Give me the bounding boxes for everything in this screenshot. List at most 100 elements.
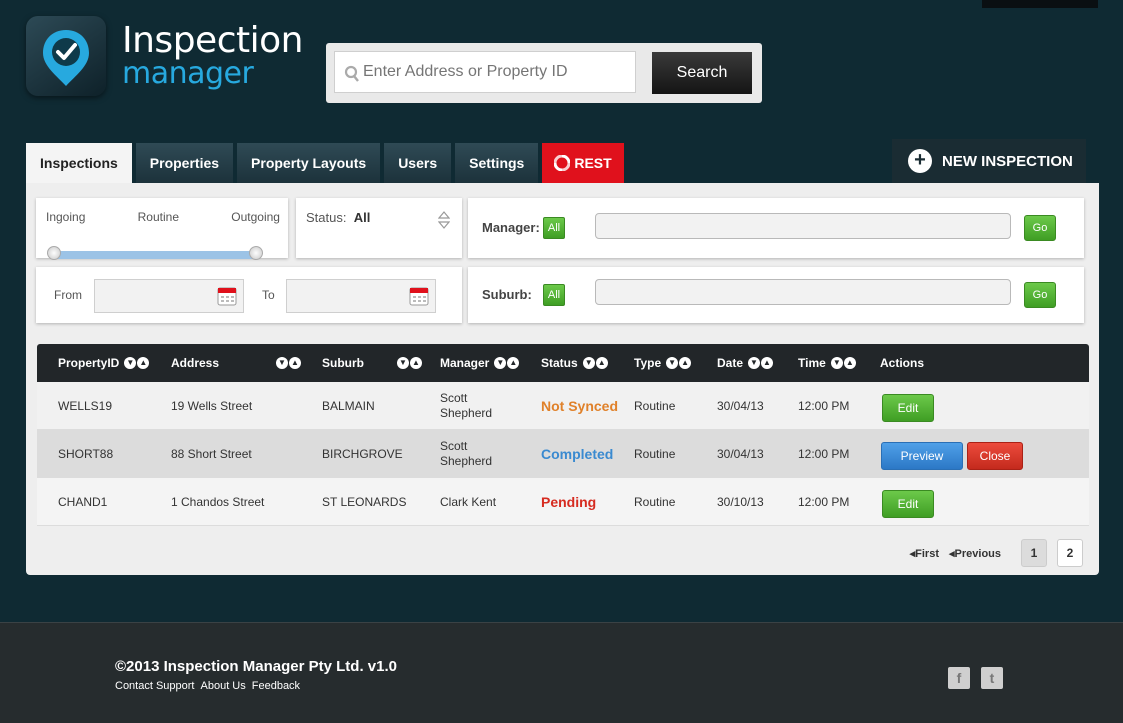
tab-settings[interactable]: Settings bbox=[455, 143, 539, 183]
table-header: PropertyID ▼ ▲ Address ▼ ▲ Suburb ▼ ▲ Manager ▼… bbox=[37, 344, 1089, 382]
tab-properties[interactable]: Properties bbox=[135, 143, 234, 183]
header-type[interactable]: Type ▼ ▲ bbox=[634, 344, 692, 382]
inspections-table: PropertyID ▼ ▲ Address ▼ ▲ Suburb ▼ ▲ Manager ▼… bbox=[37, 344, 1089, 526]
to-date-input[interactable] bbox=[286, 279, 436, 313]
cell-property-id: WELLS19 bbox=[58, 399, 113, 413]
cell-address: 19 Wells Street bbox=[171, 399, 253, 413]
edit-button[interactable]: Edit bbox=[882, 490, 934, 518]
manager-last: Shepherd bbox=[440, 406, 493, 420]
suburb-label: Suburb: bbox=[482, 287, 532, 302]
sort-icon[interactable]: ▼ ▲ bbox=[123, 357, 150, 369]
tab-property-layouts[interactable]: Property Layouts bbox=[237, 143, 381, 183]
cell-time: 12:00 PM bbox=[798, 399, 850, 413]
tab-inspections[interactable]: Inspections bbox=[26, 143, 132, 183]
sort-icon[interactable]: ▼ ▲ bbox=[493, 357, 520, 369]
new-inspection-button[interactable]: + NEW INSPECTION bbox=[892, 139, 1086, 183]
manager-go-button[interactable]: Go bbox=[1024, 215, 1056, 241]
search-button[interactable]: Search bbox=[652, 52, 752, 94]
about-us-link[interactable]: About Us bbox=[201, 680, 246, 692]
table-row[interactable]: CHAND1 1 Chandos Street ST LEONARDS Clar… bbox=[37, 478, 1089, 526]
search-input[interactable] bbox=[335, 52, 635, 92]
close-button[interactable]: Close bbox=[967, 442, 1023, 470]
calendar-icon[interactable] bbox=[409, 286, 429, 306]
pagination: ◂First ◂Previous 1 2 bbox=[910, 539, 1083, 567]
suburb-input[interactable] bbox=[595, 279, 1011, 305]
preview-button[interactable]: Preview bbox=[881, 442, 963, 470]
sort-icon[interactable]: ▼ ▲ bbox=[582, 357, 608, 369]
cell-address: 1 Chandos Street bbox=[171, 495, 265, 509]
suburb-filter: Suburb: All Go bbox=[468, 267, 1084, 323]
status-label: Status: All bbox=[306, 210, 370, 225]
cell-status: Completed bbox=[541, 446, 614, 462]
manager-first: Clark Kent bbox=[440, 494, 497, 509]
cell-status: Not Synced bbox=[541, 398, 619, 414]
manager-first: Scott bbox=[440, 391, 468, 405]
suburb-go-button[interactable]: Go bbox=[1024, 282, 1056, 308]
edit-button[interactable]: Edit bbox=[882, 394, 934, 422]
cell-date: 30/10/13 bbox=[717, 495, 764, 509]
header-date[interactable]: Date ▼ ▲ bbox=[717, 344, 774, 382]
slider-handle-left[interactable] bbox=[47, 246, 61, 260]
page-1[interactable]: 1 bbox=[1021, 539, 1047, 567]
cell-address: 88 Short Street bbox=[171, 447, 252, 461]
header-manager[interactable]: Manager ▼ ▲ bbox=[440, 344, 520, 382]
manager-all-button[interactable]: All bbox=[543, 217, 565, 239]
new-inspection-label: NEW INSPECTION bbox=[942, 152, 1073, 170]
header-time[interactable]: Time ▼ ▲ bbox=[798, 344, 856, 382]
date-range-filter: From To bbox=[36, 267, 462, 323]
sort-icon[interactable]: ▼ ▲ bbox=[665, 357, 692, 369]
manager-filter: Manager: All Go bbox=[468, 198, 1084, 258]
pagination-first[interactable]: ◂First bbox=[910, 547, 939, 560]
header-address[interactable]: Address ▼ ▲ bbox=[171, 344, 301, 382]
sort-icon[interactable]: ▼ ▲ bbox=[275, 357, 301, 369]
tab-rest[interactable]: REST bbox=[542, 143, 624, 183]
footer-links: Contact Support About Us Feedback bbox=[115, 680, 300, 692]
cell-property-id: SHORT88 bbox=[58, 447, 114, 461]
search-field-wrap bbox=[334, 51, 636, 93]
updown-arrows-icon bbox=[438, 211, 450, 229]
slider-label-ingoing: Ingoing bbox=[46, 210, 86, 224]
manager-last: Shepherd bbox=[440, 454, 493, 468]
table-row[interactable]: WELLS19 19 Wells Street BALMAIN Scott She… bbox=[37, 382, 1089, 430]
header-label: PropertyID bbox=[58, 356, 120, 370]
feedback-link[interactable]: Feedback bbox=[252, 680, 300, 692]
page-2[interactable]: 2 bbox=[1057, 539, 1083, 567]
calendar-icon[interactable] bbox=[217, 286, 237, 306]
manager-first: Scott bbox=[440, 439, 468, 453]
suburb-all-button[interactable]: All bbox=[543, 284, 565, 306]
slider-handle-right[interactable] bbox=[249, 246, 263, 260]
inspections-panel: Ingoing Routine Outgoing Status: All Fro… bbox=[26, 183, 1099, 575]
rest-icon bbox=[554, 155, 571, 171]
cell-time: 12:00 PM bbox=[798, 495, 850, 509]
slider-track[interactable] bbox=[52, 251, 258, 259]
table-row[interactable]: SHORT88 88 Short Street BIRCHGROVE Scott… bbox=[37, 430, 1089, 478]
cell-date: 30/04/13 bbox=[717, 447, 764, 461]
manager-input[interactable] bbox=[595, 213, 1011, 239]
sort-icon[interactable]: ▼ ▲ bbox=[830, 357, 856, 369]
to-label: To bbox=[262, 288, 275, 302]
location-pin-icon bbox=[43, 30, 89, 86]
cell-suburb: ST LEONARDS bbox=[322, 495, 407, 509]
cell-type: Routine bbox=[634, 495, 676, 509]
tab-users[interactable]: Users bbox=[384, 143, 452, 183]
sort-icon[interactable]: ▼ ▲ bbox=[396, 357, 422, 369]
sort-icon[interactable]: ▼ ▲ bbox=[747, 357, 774, 369]
pagination-previous[interactable]: ◂Previous bbox=[949, 547, 1001, 560]
header-suburb[interactable]: Suburb ▼ ▲ bbox=[322, 344, 422, 382]
facebook-icon[interactable]: f bbox=[948, 667, 970, 689]
cell-suburb: BALMAIN bbox=[322, 399, 375, 413]
twitter-icon[interactable]: t bbox=[981, 667, 1003, 689]
header-property-id[interactable]: PropertyID ▼ ▲ bbox=[58, 344, 150, 382]
inspection-type-filter: Ingoing Routine Outgoing bbox=[36, 198, 288, 260]
status-label-text: Status: bbox=[306, 210, 347, 225]
contact-support-link[interactable]: Contact Support bbox=[115, 680, 195, 692]
previous-label: Previous bbox=[954, 547, 1001, 560]
status-value: All bbox=[353, 210, 371, 225]
header-label: Type bbox=[634, 356, 662, 370]
cell-time: 12:00 PM bbox=[798, 447, 850, 461]
header-status[interactable]: Status ▼ ▲ bbox=[541, 344, 608, 382]
tab-rest-label: REST bbox=[574, 155, 612, 171]
from-date-input[interactable] bbox=[94, 279, 244, 313]
copyright: ©2013 Inspection Manager Pty Ltd. v1.0 bbox=[115, 658, 397, 675]
status-select[interactable]: Status: All bbox=[296, 198, 462, 258]
